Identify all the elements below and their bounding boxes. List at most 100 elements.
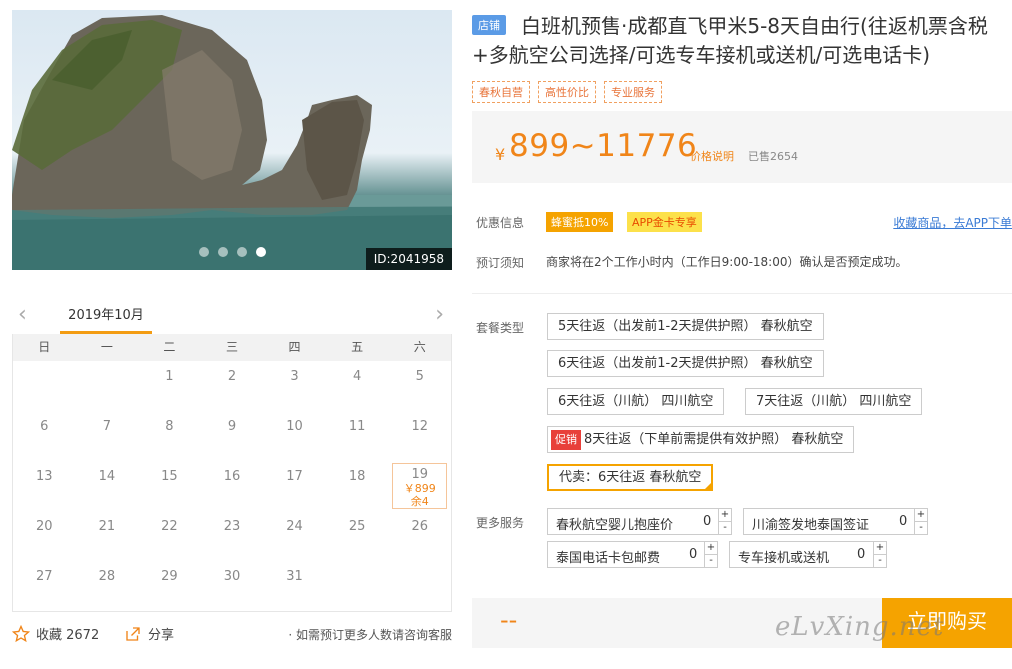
day-number: 24 [286, 519, 303, 534]
qty-stepper: + - [704, 541, 718, 568]
day-number: 4 [352, 369, 362, 384]
star-icon [12, 624, 30, 642]
day-number: 13 [36, 469, 53, 484]
calendar-day: 13 [13, 461, 76, 511]
more-services-label: 更多服务 [476, 516, 525, 530]
weekday-label: 日 [38, 340, 51, 354]
minus-button[interactable]: - [705, 555, 717, 568]
day-number: 18 [348, 469, 366, 484]
limestone-island-photo [12, 15, 452, 270]
calendar-month: 2019年10月 [60, 304, 152, 334]
qty-stepper: + - [914, 508, 928, 535]
check-corner-icon [703, 481, 714, 491]
buy-now-button[interactable]: 立即购买 [882, 598, 1012, 648]
service-qty[interactable]: 0 [899, 514, 907, 529]
package-option-label: 代卖：6天往返 春秋航空 [559, 470, 702, 485]
carousel-dots [199, 247, 266, 257]
calendar-day: 6 [13, 411, 76, 461]
buy-bar: -- 立即购买 [472, 598, 1012, 648]
calendar-day: 4 [326, 361, 389, 411]
day-number: 7 [102, 419, 111, 434]
weekday-header: 日一二三四五六 [13, 334, 451, 361]
product-tag: 高性价比 [538, 81, 596, 103]
package-option[interactable]: 7天往返（川航） 四川航空 [745, 388, 923, 415]
day-number: 29 [161, 569, 178, 584]
carousel-dot[interactable] [237, 247, 247, 257]
service-name: 泰国电话卡包邮费 [556, 551, 661, 566]
calendar-day: 21 [76, 511, 139, 561]
weekday-label: 四 [288, 340, 301, 354]
plus-button[interactable]: + [705, 542, 717, 555]
product-tag: 专业服务 [604, 81, 662, 103]
price-box: ¥ 899~11776 价格说明 已售2654 [472, 111, 1012, 183]
calendar-day [13, 361, 76, 411]
qty-stepper: + - [873, 541, 887, 568]
day-number: 1 [165, 369, 174, 384]
total-price: -- [500, 606, 518, 634]
share-button[interactable]: 分享 [124, 624, 174, 643]
calendar-day: 11 [326, 411, 389, 461]
currency-symbol: ¥ [495, 145, 506, 164]
calendar-day: 17 [263, 461, 326, 511]
day-number: 20 [36, 519, 53, 534]
date-calendar: ‹ 2019年10月 › 日一二三四五六 1 2 3 4 5 6 7 8 9 10 11 12 13 14… [12, 296, 452, 612]
weekday-label: 五 [351, 340, 364, 354]
calendar-day-available[interactable]: 19 ￥899 余4 [392, 463, 447, 509]
minus-button[interactable]: - [915, 522, 927, 535]
package-option-label: 8天往返（下单前需提供有效护照） 春秋航空 [584, 432, 844, 447]
day-number: 28 [98, 569, 116, 584]
calendar-day: 23 [201, 511, 264, 561]
chevron-left-icon[interactable]: ‹ [18, 302, 27, 327]
day-number: 22 [161, 519, 178, 534]
package-option[interactable]: 6天往返（出发前1-2天提供护照） 春秋航空 [547, 350, 824, 377]
package-option[interactable]: 6天往返（川航） 四川航空 [547, 388, 725, 415]
product-image[interactable]: ID:2041958 [12, 10, 452, 270]
calendar-header: ‹ 2019年10月 › [12, 296, 452, 334]
day-number: 6 [40, 419, 49, 434]
calendar-day: 3 [263, 361, 326, 411]
calendar-day: 24 [263, 511, 326, 561]
chevron-right-icon[interactable]: › [435, 302, 444, 327]
service-qty[interactable]: 0 [703, 514, 711, 529]
package-option[interactable]: 促销 8天往返（下单前需提供有效护照） 春秋航空 [547, 426, 855, 453]
package-option-label: 7天往返（川航） 四川航空 [756, 394, 912, 409]
calendar-day: 30 [201, 561, 264, 611]
plus-button[interactable]: + [874, 542, 886, 555]
calendar-day: 27 [13, 561, 76, 611]
service-infant-seat: 春秋航空婴儿抱座价 0 + - [547, 508, 732, 535]
day-number: 16 [223, 469, 241, 484]
carousel-dot[interactable] [199, 247, 209, 257]
share-label: 分享 [148, 628, 175, 643]
calendar-day [388, 561, 451, 611]
calendar-day: 7 [76, 411, 139, 461]
service-name: 春秋航空婴儿抱座价 [556, 518, 674, 533]
notice-text: 商家将在2个工作小时内（工作日9:00-18:00）确认是否预定成功。 [546, 255, 908, 269]
minus-button[interactable]: - [874, 555, 886, 568]
day-number: 21 [98, 519, 116, 534]
favorite-button[interactable]: 收藏 2672 [12, 624, 99, 643]
package-option[interactable]: 5天往返（出发前1-2天提供护照） 春秋航空 [547, 313, 824, 340]
weekday-label: 六 [413, 340, 426, 354]
sold-count: 已售2654 [748, 150, 798, 163]
day-number: 30 [223, 569, 241, 584]
weekday-label: 二 [163, 340, 176, 354]
calendar-day: 14 [76, 461, 139, 511]
calendar-day: 28 [76, 561, 139, 611]
minus-button[interactable]: - [719, 522, 731, 535]
group-booking-tip: · 如需预订更多人数请咨询客服 [288, 628, 452, 642]
day-remaining: 余4 [410, 495, 429, 508]
weekday-label: 三 [225, 340, 238, 354]
price-explanation-link[interactable]: 价格说明 [690, 148, 734, 164]
carousel-dot[interactable] [218, 247, 228, 257]
day-number: 14 [98, 469, 116, 484]
plus-button[interactable]: + [915, 509, 927, 522]
carousel-dot-active[interactable] [256, 247, 266, 257]
calendar-day: 22 [138, 511, 201, 561]
package-option-selected[interactable]: 代卖：6天往返 春秋航空 [547, 464, 714, 491]
plus-button[interactable]: + [719, 509, 731, 522]
service-qty[interactable]: 0 [857, 547, 865, 562]
calendar-day: 31 [263, 561, 326, 611]
service-qty[interactable]: 0 [689, 547, 697, 562]
calendar-day: 29 [138, 561, 201, 611]
collect-app-link[interactable]: 收藏商品，去APP下单 [893, 214, 1012, 231]
